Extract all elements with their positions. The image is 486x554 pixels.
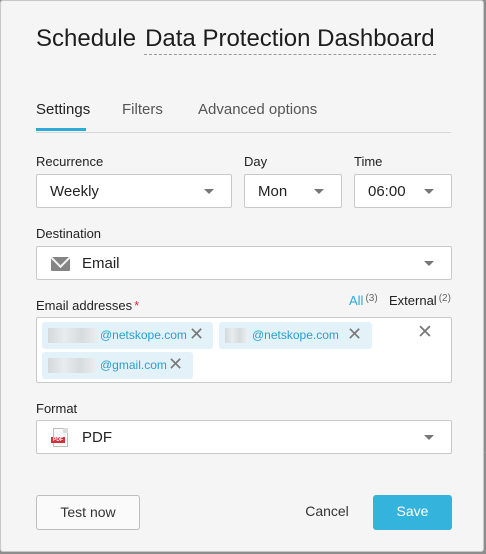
- destination-label: Destination: [36, 226, 102, 241]
- recurrence-select[interactable]: Weekly: [36, 174, 232, 208]
- close-icon[interactable]: ✕: [168, 354, 183, 374]
- dialog-title: Schedule Data Protection Dashboard: [36, 25, 436, 55]
- day-value: Mon: [258, 183, 288, 200]
- chevron-down-icon: [424, 435, 434, 440]
- format-label: Format: [36, 401, 78, 416]
- pdf-file-icon: PDF: [51, 428, 68, 447]
- chevron-down-icon: [424, 261, 434, 266]
- filter-all-count: (3): [365, 293, 378, 304]
- chevron-down-icon: [314, 189, 324, 194]
- email-domain: @gmail.com: [100, 358, 167, 372]
- envelope-icon: [51, 257, 70, 271]
- required-asterisk: *: [134, 298, 140, 313]
- day-label: Day: [244, 154, 268, 169]
- save-button[interactable]: Save: [373, 495, 452, 530]
- redacted-name: [48, 328, 98, 343]
- recurrence-value: Weekly: [50, 183, 99, 200]
- email-chip: @netskope.com ✕: [42, 322, 213, 349]
- time-label: Time: [354, 154, 383, 169]
- email-domain: @netskope.com: [100, 328, 187, 342]
- format-value: PDF: [82, 429, 112, 446]
- active-tab-indicator: [36, 128, 86, 131]
- report-name-editable[interactable]: Data Protection Dashboard: [144, 25, 436, 55]
- tab-bar: Settings Filters Advanced options: [36, 101, 451, 133]
- email-addresses-input[interactable]: @netskope.com ✕ @netskope.com ✕ @gmail.c…: [36, 317, 452, 383]
- email-addresses-label: Email addresses *: [36, 298, 140, 313]
- filter-external[interactable]: External (2): [389, 293, 451, 308]
- day-select[interactable]: Mon: [244, 174, 342, 208]
- destination-value: Email: [82, 255, 120, 272]
- chevron-down-icon: [204, 189, 214, 194]
- clear-all-icon[interactable]: ✕: [417, 323, 433, 343]
- tab-settings[interactable]: Settings: [36, 101, 90, 118]
- time-value: 06:00: [368, 183, 406, 200]
- email-domain: @netskope.com: [252, 328, 339, 342]
- destination-select[interactable]: Email: [36, 246, 452, 280]
- filter-external-count: (2): [438, 293, 451, 304]
- email-chip: @netskope.com ✕: [219, 322, 372, 349]
- format-select[interactable]: PDF PDF: [36, 420, 452, 454]
- test-now-button[interactable]: Test now: [36, 495, 140, 530]
- close-icon[interactable]: ✕: [347, 324, 362, 344]
- title-prefix: Schedule: [36, 25, 137, 52]
- close-icon[interactable]: ✕: [189, 324, 204, 344]
- time-select[interactable]: 06:00: [354, 174, 452, 208]
- schedule-dialog: Schedule Data Protection Dashboard Settin…: [0, 0, 484, 552]
- pdf-icon-tag: PDF: [51, 437, 65, 443]
- filter-all[interactable]: All (3): [349, 293, 378, 308]
- chevron-down-icon: [424, 189, 434, 194]
- tab-filters[interactable]: Filters: [122, 101, 163, 118]
- redacted-name: [225, 328, 247, 343]
- email-chip: @gmail.com ✕: [42, 352, 193, 379]
- redacted-name: [48, 358, 96, 373]
- cancel-button[interactable]: Cancel: [297, 495, 357, 530]
- recurrence-label: Recurrence: [36, 154, 104, 169]
- tab-advanced-options[interactable]: Advanced options: [198, 101, 317, 118]
